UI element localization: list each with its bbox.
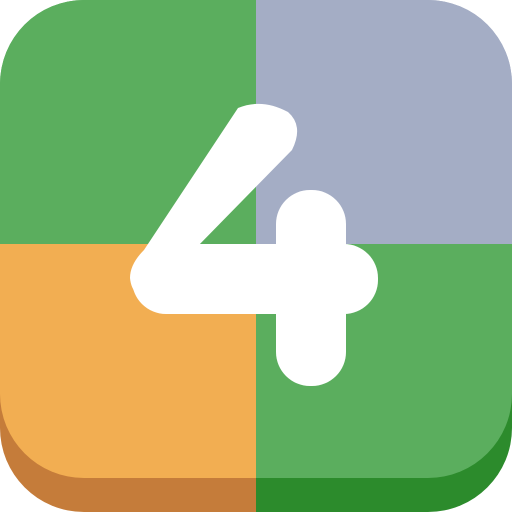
- number-four-icon: [0, 0, 512, 512]
- app-icon[interactable]: 4: [0, 0, 512, 512]
